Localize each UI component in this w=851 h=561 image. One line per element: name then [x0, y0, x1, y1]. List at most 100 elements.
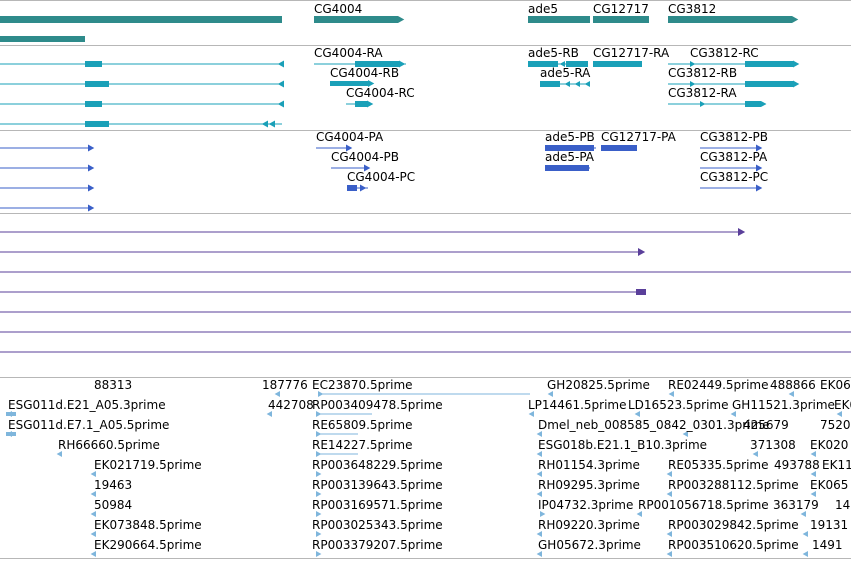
- est-label[interactable]: 7520: [820, 418, 851, 432]
- gene-bar: [314, 16, 398, 23]
- transcript-label[interactable]: CG12717-RA: [593, 46, 669, 60]
- est-label[interactable]: RP003139643.5prime: [312, 478, 443, 492]
- gene-bar: [668, 16, 792, 23]
- track-divider-cds: [0, 213, 851, 214]
- est-label[interactable]: 371308: [750, 438, 796, 452]
- est-label[interactable]: ESG018b.E21.1_B10.3prime: [538, 438, 707, 452]
- est-label[interactable]: EC23870.5prime: [312, 378, 413, 392]
- protein-label[interactable]: CG3812-PC: [700, 170, 768, 184]
- strand-arrow-left: [564, 81, 570, 87]
- est-label[interactable]: RP003409478.5prime: [312, 398, 443, 412]
- est-label[interactable]: EK065: [810, 478, 848, 492]
- est-label[interactable]: RP001056718.5prime: [638, 498, 769, 512]
- transcript-exon: [745, 81, 793, 87]
- est-label[interactable]: EK290664.5prime: [94, 538, 202, 552]
- transcript-label[interactable]: ade5-RA: [540, 66, 590, 80]
- est-label[interactable]: IP04732.3prime: [538, 498, 633, 512]
- strand-arrow-right: [88, 144, 95, 152]
- protein-label[interactable]: CG3812-PA: [700, 150, 767, 164]
- est-label[interactable]: RE14227.5prime: [312, 438, 413, 452]
- strand-arrow-left: [261, 120, 268, 128]
- gene-label[interactable]: CG4004: [314, 2, 362, 16]
- transcript-label[interactable]: CG4004-RB: [330, 66, 399, 80]
- transcript-exon: [85, 101, 102, 107]
- est-label[interactable]: RP003025343.5prime: [312, 518, 443, 532]
- est-label[interactable]: RP003379207.5prime: [312, 538, 443, 552]
- est-label[interactable]: ESG011d.E21_A05.3prime: [8, 398, 166, 412]
- protein-label[interactable]: CG4004-PB: [331, 150, 399, 164]
- protein-label[interactable]: CG3812-PB: [700, 130, 768, 144]
- est-label[interactable]: EK021719.5prime: [94, 458, 202, 472]
- est-arrow-left: [802, 551, 808, 557]
- est-label[interactable]: RH09295.3prime: [538, 478, 640, 492]
- est-label[interactable]: RP003169571.5prime: [312, 498, 443, 512]
- est-label[interactable]: EK0: [834, 398, 851, 412]
- transcript-label[interactable]: CG4004-RC: [346, 86, 415, 100]
- transcript-exon: [85, 61, 102, 67]
- est-label[interactable]: RH01154.3prime: [538, 458, 640, 472]
- est-label[interactable]: RH66660.5prime: [58, 438, 160, 452]
- est-label[interactable]: GH20825.5prime: [547, 378, 650, 392]
- transcript-exon: [593, 61, 642, 67]
- transcript-exon: [85, 81, 109, 87]
- gene-label[interactable]: CG3812: [668, 2, 716, 16]
- est-label[interactable]: EK073848.5prime: [94, 518, 202, 532]
- est-label[interactable]: RP003510620.5prime: [668, 538, 799, 552]
- est-label[interactable]: GH11521.3prime: [732, 398, 835, 412]
- est-label[interactable]: Dmel_neb_008585_0842_0301.3prime: [538, 418, 770, 432]
- est-label[interactable]: 88313: [94, 378, 132, 392]
- est-label[interactable]: LP14461.5prime: [528, 398, 627, 412]
- est-label[interactable]: LD16523.5prime: [628, 398, 729, 412]
- transcript-label[interactable]: CG3812-RA: [668, 86, 737, 100]
- strand-arrow-right: [399, 60, 406, 68]
- protein-label[interactable]: ade5-PB: [545, 130, 595, 144]
- transcript-exon: [745, 61, 793, 67]
- est-label[interactable]: 19463: [94, 478, 132, 492]
- est-label[interactable]: RP003029842.5prime: [668, 518, 799, 532]
- transcript-label[interactable]: CG4004-RA: [314, 46, 383, 60]
- est-label[interactable]: RE65809.5prime: [312, 418, 413, 432]
- est-label[interactable]: 442708: [268, 398, 314, 412]
- strand-arrow-right: [793, 80, 800, 88]
- est-label[interactable]: 363179: [773, 498, 819, 512]
- strand-arrow-right: [756, 184, 763, 192]
- est-label[interactable]: 187776: [262, 378, 308, 392]
- est-label[interactable]: 1491: [835, 498, 851, 512]
- gene-label[interactable]: ade5: [528, 2, 558, 16]
- gene-label[interactable]: CG12717: [593, 2, 649, 16]
- strand-arrow-right: [761, 101, 767, 107]
- strand-arrow-right: [700, 101, 706, 107]
- est-label[interactable]: 1491: [812, 538, 843, 552]
- est-label[interactable]: 19131: [810, 518, 848, 532]
- est-label[interactable]: RP003288112.5prime: [668, 478, 799, 492]
- est-label[interactable]: 425679: [743, 418, 789, 432]
- protein-label[interactable]: CG4004-PA: [316, 130, 383, 144]
- est-label[interactable]: RE02449.5prime: [668, 378, 769, 392]
- est-label[interactable]: EK11: [822, 458, 851, 472]
- est-label[interactable]: RE05335.5prime: [668, 458, 769, 472]
- est-label[interactable]: 50984: [94, 498, 132, 512]
- transcript-exon: [355, 101, 367, 107]
- protein-label[interactable]: ade5-PA: [545, 150, 594, 164]
- protein-label[interactable]: CG12717-PA: [601, 130, 676, 144]
- est-label[interactable]: GH05672.3prime: [538, 538, 641, 552]
- gene-bar: [0, 36, 85, 42]
- strand-arrow-left: [584, 81, 590, 87]
- est-label[interactable]: RH09220.3prime: [538, 518, 640, 532]
- est-label[interactable]: ESG011d.E7.1_A05.5prime: [8, 418, 169, 432]
- gene-bar: [0, 16, 282, 23]
- transcript-label[interactable]: CG3812-RB: [668, 66, 737, 80]
- feature-tracks-canvas: [0, 16, 851, 557]
- gene-bar: [593, 16, 649, 23]
- strand-arrow-right: [792, 16, 799, 23]
- est-label[interactable]: 488866: [770, 378, 816, 392]
- transcript-label[interactable]: ade5-RB: [528, 46, 579, 60]
- transcript-label[interactable]: CG3812-RC: [690, 46, 759, 60]
- strand-arrow-right: [793, 60, 800, 68]
- est-label[interactable]: EK06: [820, 378, 851, 392]
- protein-label[interactable]: CG4004-PC: [347, 170, 415, 184]
- est-label[interactable]: RP003648229.5prime: [312, 458, 443, 472]
- gene-bar: [528, 16, 590, 23]
- est-label[interactable]: EK020: [810, 438, 848, 452]
- est-label[interactable]: 493788: [774, 458, 820, 472]
